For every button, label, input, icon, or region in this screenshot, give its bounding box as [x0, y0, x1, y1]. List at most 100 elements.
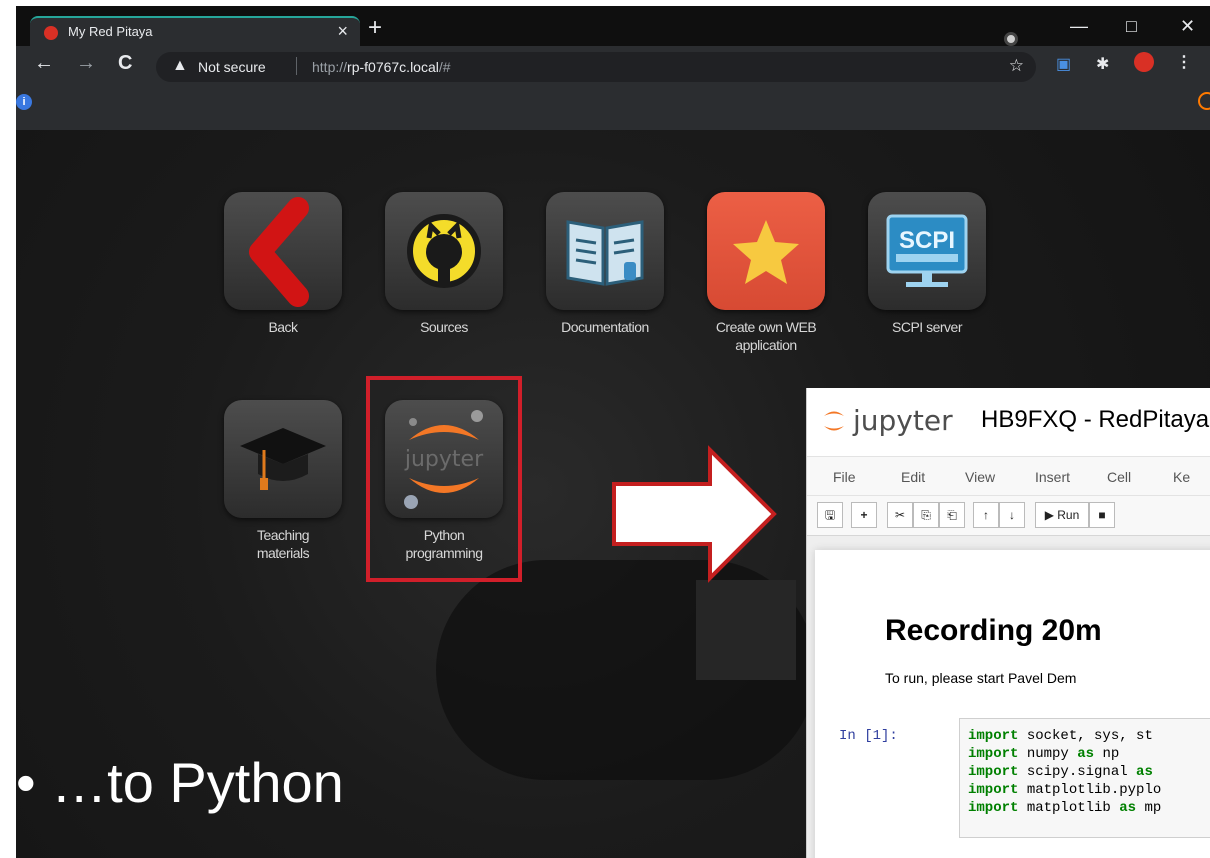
graduation-cap-icon[interactable]	[224, 400, 342, 518]
app-label-documentation: Documentation	[561, 319, 649, 335]
address-bar[interactable]: ▲ Not secure http://rp-f0767c.local/# ☆	[156, 52, 1036, 82]
add-cell-button[interactable]: +	[851, 502, 877, 528]
code-line: import socket, sys, st	[968, 727, 1210, 745]
translate-extension-icon[interactable]: ▣	[1056, 54, 1071, 74]
profile-avatar-icon[interactable]	[1134, 52, 1154, 72]
move-up-button[interactable]: ↑	[973, 502, 999, 528]
code-text: np	[1094, 746, 1120, 762]
back-chevron-icon[interactable]	[224, 192, 342, 310]
jupyter-header: jupyter HB9FXQ - RedPitaya	[807, 388, 1210, 450]
notebook-title[interactable]: HB9FXQ - RedPitaya	[981, 406, 1209, 434]
notebook-page: Recording 20m To run, please start Pavel…	[815, 550, 1210, 858]
info-icon[interactable]: i	[16, 94, 32, 110]
app-sources[interactable]: Sources	[384, 192, 504, 336]
code-line: import numpy as np	[968, 745, 1210, 763]
markdown-heading: Recording 20m	[885, 614, 1102, 647]
slide-caption: • …to Python	[16, 751, 344, 814]
code-text: socket, sys, st	[1018, 728, 1153, 744]
code-keyword: import	[968, 800, 1019, 816]
reload-button[interactable]: C	[118, 52, 132, 75]
new-tab-button[interactable]: +	[368, 14, 382, 42]
code-keyword: import	[968, 746, 1019, 762]
star-icon[interactable]	[707, 192, 825, 310]
browser-menu-icon[interactable]: ⋮	[1176, 52, 1192, 72]
github-icon[interactable]	[385, 192, 503, 310]
menu-cell[interactable]: Cell	[1107, 469, 1131, 485]
code-text: scipy.signal	[1018, 764, 1137, 780]
app-create-web-application[interactable]: Create own WEB application	[706, 192, 826, 354]
paste-cell-button[interactable]: ⎗	[939, 502, 965, 528]
tab-close-icon[interactable]: ×	[337, 21, 348, 42]
app-scpi-server[interactable]: SCPI SCPI server	[867, 192, 987, 336]
security-label[interactable]: Not secure	[198, 59, 266, 75]
scpi-icon-text: SCPI	[899, 227, 955, 254]
jupyter-wordmark[interactable]: jupyter	[853, 404, 953, 437]
scpi-monitor-icon[interactable]: SCPI	[868, 192, 986, 310]
highlight-box	[366, 376, 522, 582]
jupyter-notebook-window: jupyter HB9FXQ - RedPitaya File Edit Vie…	[806, 388, 1210, 858]
code-text: numpy	[1018, 746, 1078, 762]
minimize-button[interactable]: —	[1070, 16, 1088, 37]
close-window-button[interactable]: ✕	[1180, 16, 1195, 37]
profile-indicator-icon[interactable]	[1004, 32, 1018, 46]
copy-cell-button[interactable]: ⎘	[913, 502, 939, 528]
jupyter-logo-icon[interactable]	[821, 408, 847, 434]
back-button[interactable]: ←	[34, 52, 54, 75]
menu-kernel[interactable]: Ke	[1173, 469, 1190, 485]
app-documentation[interactable]: Documentation	[545, 192, 665, 336]
code-keyword: as	[1119, 800, 1137, 816]
warning-icon[interactable]: ▲	[172, 57, 188, 75]
url-separator	[296, 57, 297, 75]
menu-edit[interactable]: Edit	[901, 469, 925, 485]
code-keyword: import	[968, 764, 1019, 780]
jupyter-toolbar: 🖫 + ✂ ⎘ ⎗ ↑ ↓ ▶ Run ■	[807, 496, 1210, 536]
app-teaching-materials[interactable]: Teaching materials	[223, 400, 343, 562]
app-label-teaching-materials: Teaching materials	[256, 527, 310, 561]
save-button[interactable]: 🖫	[817, 502, 843, 528]
code-text: mp	[1136, 800, 1162, 816]
url-text[interactable]: http://rp-f0767c.local/#	[312, 59, 451, 75]
red-pitaya-favicon-icon	[44, 26, 58, 40]
code-line: import matplotlib as mp	[968, 799, 1210, 817]
app-label-sources: Sources	[420, 319, 468, 335]
url-path: /#	[438, 59, 451, 75]
menu-view[interactable]: View	[965, 469, 995, 485]
menu-file[interactable]: File	[833, 469, 856, 485]
book-icon[interactable]	[546, 192, 664, 310]
code-keyword: as	[1136, 764, 1153, 780]
code-keyword: import	[968, 782, 1019, 798]
code-keyword: import	[968, 728, 1019, 744]
code-text: matplotlib	[1018, 800, 1120, 816]
url-scheme: http://	[312, 59, 348, 75]
maximize-button[interactable]: □	[1126, 16, 1137, 37]
power-extension-icon[interactable]	[1198, 92, 1210, 110]
menu-insert[interactable]: Insert	[1035, 469, 1070, 485]
app-label-scpi-server: SCPI server	[892, 319, 962, 335]
browser-toolbar: ← → C ▲ Not secure http://rp-f0767c.loca…	[16, 46, 1210, 86]
browser-tab[interactable]: My Red Pitaya ×	[30, 16, 360, 46]
notebook-area: Recording 20m To run, please start Pavel…	[807, 536, 1210, 858]
app-back[interactable]: Back	[223, 192, 343, 336]
forward-button[interactable]: →	[76, 52, 96, 75]
markdown-paragraph: To run, please start Pavel Dem	[885, 670, 1077, 686]
jupyter-menubar: File Edit View Insert Cell Ke	[807, 456, 1210, 496]
tab-title: My Red Pitaya	[68, 24, 153, 39]
tab-bar: My Red Pitaya × + — □ ✕	[16, 6, 1210, 46]
app-label-create-web-application: Create own WEB application	[715, 319, 817, 353]
code-text: matplotlib.pyplo	[1018, 782, 1162, 798]
url-host: rp-f0767c.local	[347, 59, 439, 75]
cell-prompt: In [1]:	[839, 728, 898, 744]
code-keyword: as	[1077, 746, 1095, 762]
code-line: import scipy.signal as	[968, 763, 1210, 781]
bookmark-star-icon[interactable]: ☆	[1009, 56, 1024, 76]
move-down-button[interactable]: ↓	[999, 502, 1025, 528]
stop-button[interactable]: ■	[1089, 502, 1115, 528]
run-button[interactable]: ▶ Run	[1035, 502, 1089, 528]
cut-cell-button[interactable]: ✂	[887, 502, 913, 528]
right-arrow-icon	[612, 445, 777, 583]
background-watermark-block	[696, 580, 796, 680]
extensions-puzzle-icon[interactable]: ✱	[1096, 54, 1109, 74]
code-cell[interactable]: import socket, sys, st import numpy as n…	[959, 718, 1210, 838]
code-line: import matplotlib.pyplo	[968, 781, 1210, 799]
bookmark-bar: i	[16, 86, 1210, 130]
